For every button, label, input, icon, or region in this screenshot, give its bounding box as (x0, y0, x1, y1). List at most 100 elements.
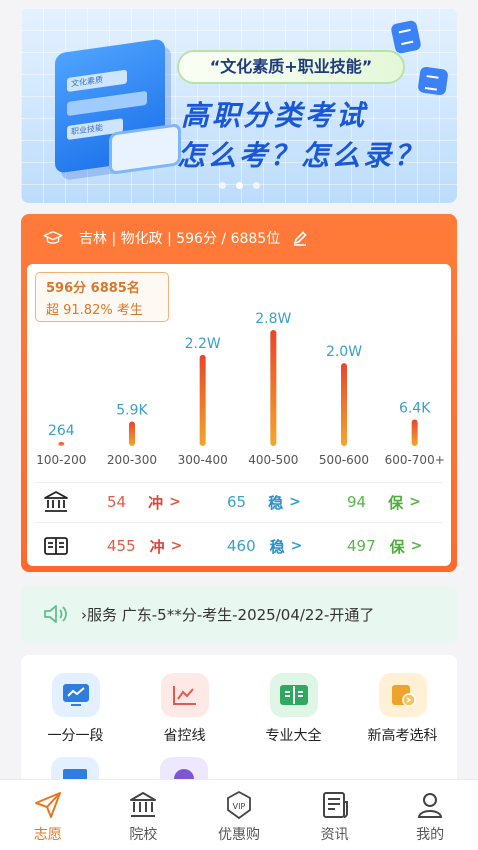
tab-volunteer[interactable]: 志愿 (0, 780, 96, 850)
major-bao-count: 497 (347, 537, 376, 555)
tab-label: 我的 (416, 827, 445, 843)
wen-label: 稳 (269, 537, 285, 556)
illustration-bar (67, 90, 147, 117)
rank-percentile: 超 91.82% 考生 (46, 303, 143, 318)
bar-100-200 (58, 442, 65, 446)
bar-600-700+ (411, 419, 418, 446)
bar-value-label: 2.0W (326, 344, 362, 360)
school-wen-count: 65 (227, 493, 247, 511)
major-wen-count: 460 (227, 537, 256, 555)
x-tick-label: 400-500 (248, 453, 298, 467)
carousel-indicator[interactable] (21, 182, 457, 189)
rank-score: 596分 6885名 (46, 281, 140, 296)
bar-value-label: 264 (48, 423, 75, 439)
bao-label: 保 (388, 493, 404, 512)
bar-value-label: 6.4K (399, 400, 431, 416)
tool-subject-selection[interactable]: 新高考选科 (348, 673, 457, 745)
major-wen-link[interactable]: 460 稳 > (227, 536, 302, 557)
school-wen-link[interactable]: 65 稳 > (227, 492, 301, 513)
chong-label: 冲 (149, 537, 165, 556)
major-chong-link[interactable]: 455 冲 > (107, 536, 182, 557)
speaker-icon (44, 605, 67, 623)
paper-plane-icon (34, 792, 61, 818)
news-icon (322, 792, 348, 818)
bar-value-label: 2.8W (255, 311, 291, 327)
edit-icon[interactable] (292, 230, 308, 246)
chong-label: 冲 (148, 493, 164, 512)
x-tick-label: 200-300 (107, 453, 157, 467)
line-chart-icon (160, 673, 209, 717)
x-tick-label: 500-600 (319, 453, 369, 467)
bar-400-500 (270, 330, 277, 446)
chevron-right-icon: > (409, 494, 421, 510)
user-icon (418, 793, 443, 818)
divider (35, 522, 443, 523)
svg-text:VIP: VIP (233, 802, 246, 811)
carousel-dot[interactable] (235, 182, 243, 189)
school-bao-link[interactable]: 94 保 > (347, 492, 421, 513)
banner-title-line1: 高职分类考试 (181, 99, 368, 132)
tab-profile[interactable]: 我的 (382, 780, 478, 850)
promo-banner[interactable]: 文化素质 职业技能 “文化素质+职业技能” 高职分类考试 怎么考？怎么录？ (21, 8, 457, 203)
x-tick-label: 100-200 (36, 453, 86, 467)
more-tool-icon[interactable] (51, 757, 99, 779)
major-bao-link[interactable]: 497 保 > (347, 536, 422, 557)
chat-card-icon (417, 66, 449, 96)
tab-schools[interactable]: 院校 (96, 780, 192, 850)
banner-subtitle-pill: “文化素质+职业技能” (177, 50, 405, 84)
chevron-right-icon: > (289, 494, 301, 510)
chevron-right-icon: > (169, 494, 181, 510)
more-tool-icon[interactable] (160, 757, 208, 779)
chevron-right-icon: > (410, 538, 423, 554)
tab-discount[interactable]: VIP 优惠购 (191, 780, 287, 850)
tab-label: 优惠购 (217, 827, 260, 843)
tool-majors[interactable]: 专业大全 (239, 673, 348, 745)
x-tick-label: 600-700+ (385, 453, 445, 467)
bar-value-label: 5.9K (116, 403, 148, 419)
banner-title-line2: 怎么考？怎么录？ (177, 139, 426, 172)
rank-badge: 596分 6885名 超 91.82% 考生 (35, 272, 169, 322)
tab-news[interactable]: 资讯 (287, 780, 383, 850)
score-card-header[interactable]: 吉林 | 物化政 | 596分 / 6885位 (21, 214, 457, 262)
tool-control-line[interactable]: 省控线 (130, 673, 239, 745)
school-chong-count: 54 (107, 493, 127, 511)
tool-label: 专业大全 (265, 728, 322, 744)
score-chart-icon (51, 673, 100, 717)
bar-value-label: 2.2W (185, 336, 221, 352)
tool-label: 新高考选科 (367, 728, 438, 744)
vip-icon: VIP (227, 790, 251, 820)
notice-text: ›服务 广东-5**分-考生-2025/04/22-开通了 (81, 605, 375, 624)
activity-notice-bar[interactable]: ›服务 广东-5**分-考生-2025/04/22-开通了 (21, 585, 457, 643)
score-summary-text: 吉林 | 物化政 | 596分 / 6885位 (79, 231, 281, 247)
bar-500-600 (341, 363, 347, 446)
school-recommend-row: 54 冲 > 65 稳 > 94 保 > (27, 482, 451, 522)
school-chong-link[interactable]: 54 冲 > (107, 492, 181, 513)
major-chong-count: 455 (107, 537, 136, 555)
bar-300-400 (199, 354, 206, 446)
tool-label: 一分一段 (47, 728, 104, 744)
chevron-right-icon: > (290, 538, 303, 554)
tool-label: 省控线 (163, 728, 206, 744)
school-icon (130, 792, 157, 817)
select-subject-icon (378, 673, 427, 717)
tab-label: 院校 (129, 827, 158, 843)
tab-label: 资讯 (320, 827, 349, 843)
x-tick-label: 300-400 (178, 453, 228, 467)
bottom-tab-bar: 志愿 院校 VIP 优惠购 资讯 我的 (0, 779, 478, 850)
wen-label: 稳 (268, 493, 284, 512)
book-icon (269, 673, 318, 717)
carousel-dot[interactable] (252, 182, 260, 189)
illustration-label-culture: 文化素质 (67, 69, 127, 93)
major-recommend-row: 455 冲 > 460 稳 > 497 保 > (27, 526, 451, 566)
carousel-dot[interactable] (218, 182, 226, 189)
school-bao-count: 94 (347, 493, 367, 511)
tools-panel: 一分一段 省控线 专业大全 新高考选科 (21, 655, 457, 779)
bar-200-300 (129, 421, 135, 446)
graduation-cap-icon (43, 230, 63, 244)
tab-label: 志愿 (33, 827, 62, 843)
bao-label: 保 (389, 537, 405, 556)
school-icon (44, 491, 68, 512)
chevron-right-icon: > (170, 538, 183, 554)
major-book-icon (44, 537, 68, 555)
tool-score-rank[interactable]: 一分一段 (21, 673, 130, 745)
